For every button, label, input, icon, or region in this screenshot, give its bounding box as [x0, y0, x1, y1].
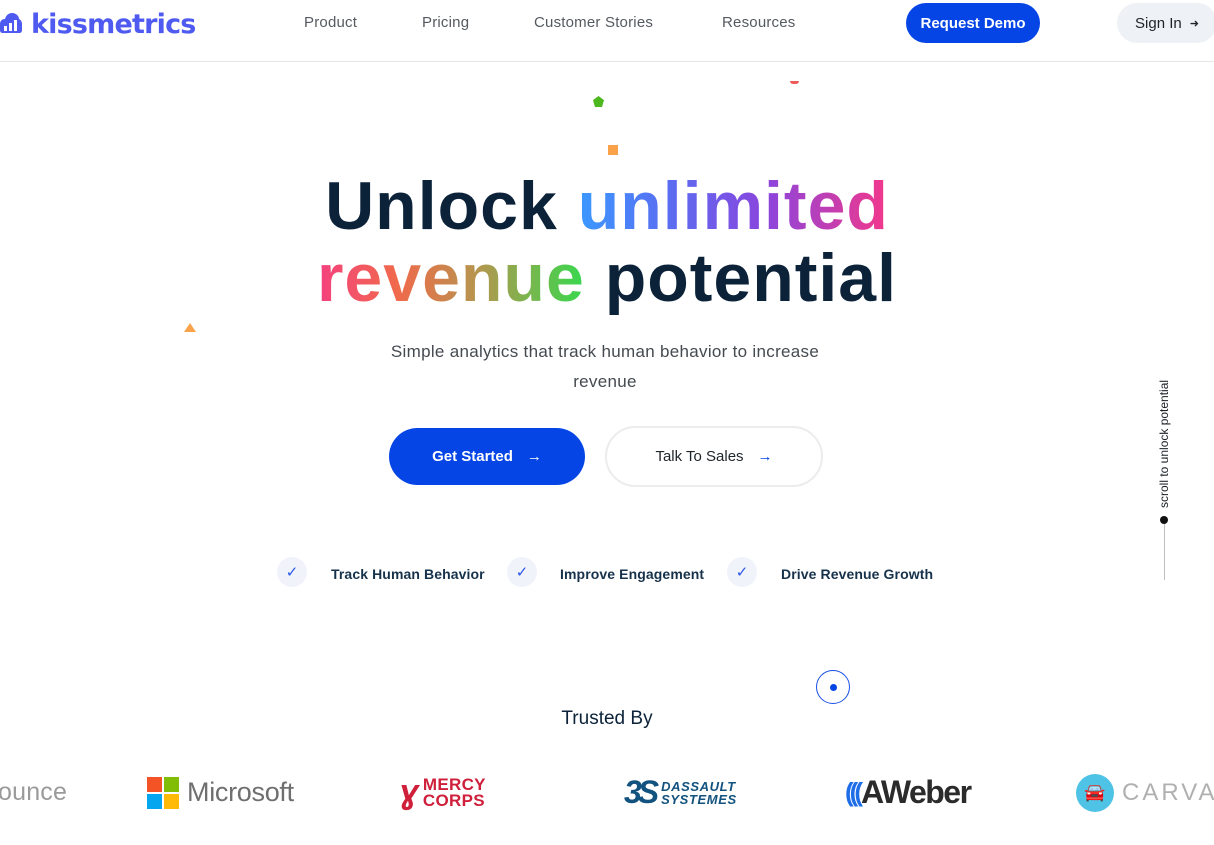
aweber-logo-icon: (((: [845, 777, 863, 807]
check-icon: ✓: [727, 557, 757, 587]
sign-in-icon: ➜: [1189, 17, 1199, 30]
logo-microsoft-text: Microsoft: [187, 777, 294, 807]
feature-improve-engagement: Improve Engagement: [560, 566, 705, 582]
get-started-label: Get Started: [432, 448, 513, 465]
confetti-pentagon: [593, 96, 604, 107]
kissmetrics-logo-icon: [0, 13, 22, 33]
feature-track-human-behavior: Track Human Behavior: [331, 566, 485, 582]
logo-unbounce-text: ounce: [0, 778, 68, 806]
nav-pricing[interactable]: Pricing: [422, 14, 469, 32]
hero-title-highlight-unlimited: unlimited: [577, 168, 889, 244]
dassault-line1: DASSAULT: [661, 778, 736, 794]
feature-drive-revenue-growth: Drive Revenue Growth: [781, 566, 934, 582]
hero-title-part1: Unlock: [325, 168, 558, 244]
dassault-logo-icon: 3S: [624, 774, 659, 810]
cursor-ring-icon: [816, 670, 850, 704]
arrow-right-icon: →: [757, 448, 773, 465]
trusted-by-heading: Trusted By: [561, 708, 653, 729]
sign-in-button[interactable]: Sign In ➜: [1117, 3, 1214, 43]
mercy-corps-logo-icon: ɣ: [396, 773, 423, 811]
get-started-button[interactable]: Get Started →: [389, 428, 585, 485]
site-header: kissmetrics Product Pricing Customer Sto…: [0, 0, 1214, 62]
mercy-line2: CORPS: [422, 790, 485, 810]
logo-mercy-corps-text: MERCY CORPS: [422, 776, 486, 810]
nav-product[interactable]: Product: [304, 14, 357, 32]
request-demo-label: Request Demo: [920, 14, 1026, 32]
talk-to-sales-button[interactable]: Talk To Sales →: [605, 426, 823, 487]
nav-customer-stories[interactable]: Customer Stories: [534, 14, 653, 32]
logo-aweber-text: AWeber: [860, 774, 972, 810]
hero-subtitle: Simple analytics that track human behavi…: [390, 342, 820, 391]
hero-title-part2: potential: [604, 240, 898, 316]
arrow-right-icon: →: [526, 448, 542, 465]
scroll-indicator-label[interactable]: scroll to unlock potential: [1157, 350, 1171, 508]
brand-name: kissmetrics: [31, 8, 196, 40]
logo-unbounce: ounce: [0, 765, 67, 820]
sign-in-label: Sign In: [1135, 14, 1182, 32]
nav-resources[interactable]: Resources: [722, 14, 796, 32]
logo-dassault-systemes: 3S DASSAULT SYSTEMES: [624, 765, 737, 820]
carvana-car-icon: 🚘: [1076, 773, 1114, 812]
logo-dassault-text: DASSAULT SYSTEMES: [661, 780, 737, 806]
logo-microsoft: Microsoft: [147, 765, 294, 820]
hero-title-highlight-revenue: revenue: [316, 240, 585, 316]
logo-carvana-text: CARVAN: [1122, 778, 1214, 806]
client-logo-carousel: ounce Microsoft ɣ MERCY CORPS 3S DASSAUL…: [0, 765, 1214, 820]
confetti-triangle: [184, 323, 196, 332]
dassault-line2: SYSTEMES: [661, 791, 737, 807]
logo-mercy-corps: ɣ MERCY CORPS: [396, 765, 486, 820]
brand-logo[interactable]: kissmetrics: [0, 8, 196, 40]
confetti-red-piece: [790, 81, 799, 84]
scroll-indicator-line: [1164, 524, 1165, 580]
check-icon: ✓: [277, 557, 307, 587]
logo-carvana: 🚘 CARVAN: [1076, 765, 1214, 820]
logo-aweber: ((( AWeber: [845, 765, 972, 820]
request-demo-button[interactable]: Request Demo: [906, 3, 1040, 43]
microsoft-logo-icon: [147, 776, 179, 809]
check-icon: ✓: [507, 557, 537, 587]
cursor-dot: [829, 683, 837, 691]
talk-to-sales-label: Talk To Sales: [655, 448, 744, 465]
confetti-square: [608, 145, 618, 155]
hero-title: Unlock unlimited revenue potential: [0, 170, 1214, 314]
scroll-indicator-dot: [1160, 516, 1168, 524]
